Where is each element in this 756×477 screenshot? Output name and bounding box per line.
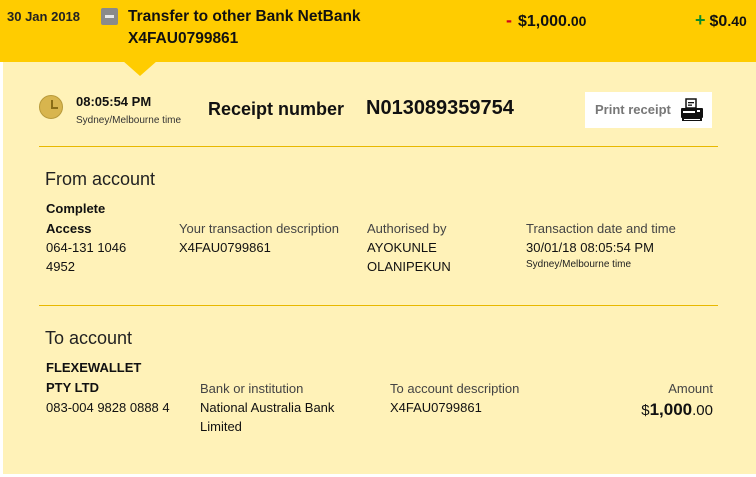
- to-account-description-label: To account description: [390, 381, 520, 396]
- credit-cents: .40: [727, 13, 747, 29]
- from-account-title: From account: [45, 169, 156, 189]
- receipt-number-label: Receipt number: [208, 99, 345, 119]
- printer-icon: [681, 98, 703, 121]
- from-account-name-line1: Complete: [46, 201, 106, 216]
- amount-currency: $: [641, 402, 650, 419]
- transaction-title: Transfer to other Bank NetBank: [128, 8, 361, 25]
- bank-institution-line2: Limited: [200, 419, 242, 434]
- to-account-name-line1: FLEXEWALLET: [46, 360, 142, 375]
- from-account-number-line2: 4952: [46, 259, 75, 274]
- transaction-date: 30 Jan 2018: [7, 9, 81, 24]
- authorised-by-line1: AYOKUNLE: [367, 240, 437, 255]
- bank-institution-value: National Australia Bank Limited: [200, 398, 334, 436]
- header-pointer: [123, 61, 157, 76]
- amount-whole: 1,000: [649, 400, 693, 419]
- authorised-by-line2: OLANIPEKUN: [367, 259, 451, 274]
- to-account-title: To account: [45, 328, 133, 348]
- from-account-name: Complete Access: [46, 199, 105, 239]
- collapse-icon[interactable]: [101, 8, 118, 25]
- bank-institution-line1: National Australia Bank: [200, 400, 335, 415]
- debit-amount: - $1,000.00: [506, 10, 586, 31]
- transaction-timezone: Sydney/Melbourne time: [76, 115, 182, 126]
- from-account-name-line2: Access: [46, 221, 92, 236]
- transaction-datetime-label: Transaction date and time: [526, 221, 676, 236]
- transfer-amount: $1,000.00: [600, 400, 713, 420]
- authorised-by-value: AYOKUNLE OLANIPEKUN: [367, 238, 451, 276]
- debit-cents: .00: [566, 13, 587, 29]
- amount-cents: .00: [692, 402, 713, 419]
- debit-value: $1,000: [518, 13, 567, 30]
- to-account-number: 083-004 9828 0888 4: [46, 400, 170, 415]
- transaction-reference: X4FAU0799861: [128, 30, 239, 47]
- amount-label: Amount: [668, 381, 713, 396]
- transaction-description-value: X4FAU0799861: [179, 240, 271, 255]
- from-account-number: 064-131 1046 4952: [46, 238, 126, 276]
- print-receipt-button[interactable]: Print receipt: [585, 92, 712, 128]
- receipt-number: N013089359754: [366, 97, 514, 119]
- debit-sign: -: [506, 10, 512, 30]
- to-account-name: FLEXEWALLET PTY LTD: [46, 358, 141, 398]
- clock-icon: [39, 95, 63, 119]
- credit-amount: + $0.40: [695, 10, 747, 31]
- divider: [39, 146, 718, 147]
- print-receipt-label: Print receipt: [595, 102, 671, 117]
- transaction-description-label: Your transaction description: [179, 221, 339, 236]
- credit-sign: +: [695, 10, 706, 30]
- transaction-header[interactable]: 30 Jan 2018 Transfer to other Bank NetBa…: [0, 0, 756, 62]
- transaction-time: 08:05:54 PM: [76, 94, 152, 109]
- divider: [39, 305, 718, 306]
- to-account-name-line2: PTY LTD: [46, 380, 99, 395]
- bank-institution-label: Bank or institution: [200, 381, 304, 396]
- transaction-datetime-value: 30/01/18 08:05:54 PM: [526, 240, 654, 255]
- from-account-number-line1: 064-131 1046: [46, 240, 127, 255]
- to-account-description-value: X4FAU0799861: [390, 400, 482, 415]
- credit-value: $0: [709, 13, 728, 30]
- authorised-by-label: Authorised by: [367, 221, 447, 236]
- transaction-datetime-timezone: Sydney/Melbourne time: [526, 259, 632, 270]
